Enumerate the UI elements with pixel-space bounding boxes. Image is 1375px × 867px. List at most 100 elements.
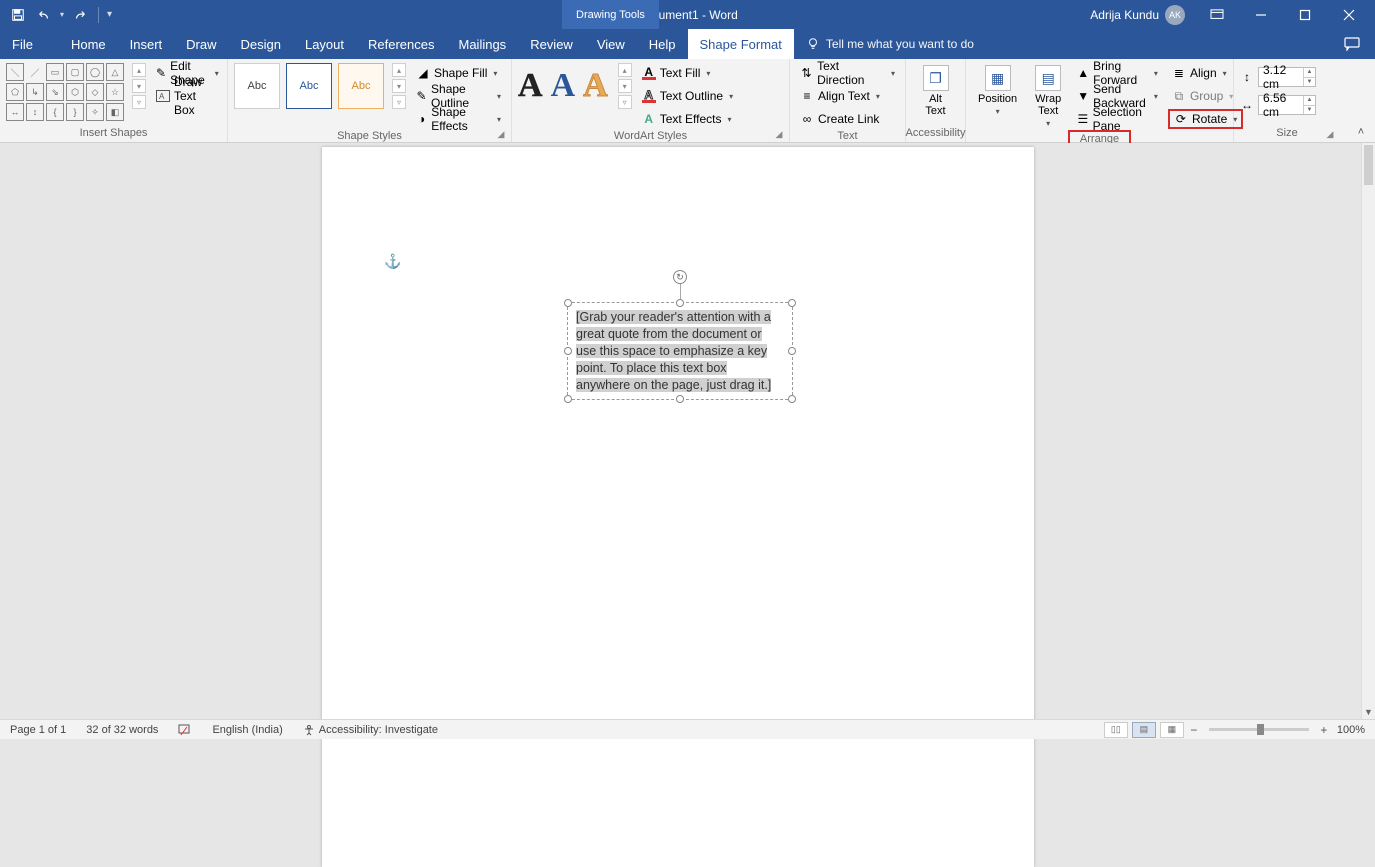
- resize-handle-nw[interactable]: [564, 299, 572, 307]
- redo-button[interactable]: [70, 5, 90, 25]
- bring-forward-button[interactable]: ▲ Bring Forward▾: [1073, 63, 1162, 83]
- accessibility-label: Accessibility: Investigate: [319, 724, 438, 736]
- rotate-handle[interactable]: ↻: [673, 270, 687, 284]
- accessibility-status[interactable]: Accessibility: Investigate: [293, 720, 448, 739]
- tell-me-placeholder: Tell me what you want to do: [826, 37, 974, 51]
- text-box-content[interactable]: [Grab your reader's attention with a gre…: [568, 303, 792, 399]
- tab-mailings[interactable]: Mailings: [447, 29, 519, 59]
- spelling-status[interactable]: [168, 720, 202, 739]
- tab-insert[interactable]: Insert: [118, 29, 175, 59]
- resize-handle-sw[interactable]: [564, 395, 572, 403]
- language-indicator[interactable]: English (India): [202, 720, 292, 739]
- position-button[interactable]: ▦ Position ▾: [972, 63, 1023, 118]
- tab-draw[interactable]: Draw: [174, 29, 228, 59]
- tab-shape-format[interactable]: Shape Format: [688, 29, 794, 59]
- tab-view[interactable]: View: [585, 29, 637, 59]
- resize-handle-ne[interactable]: [788, 299, 796, 307]
- shape-style-gallery[interactable]: Abc Abc Abc ▴▾▿: [234, 63, 406, 109]
- resize-handle-e[interactable]: [788, 347, 796, 355]
- shape-width-input[interactable]: 6.56 cm ▲▼: [1258, 95, 1316, 115]
- create-link-button[interactable]: ∞ Create Link: [796, 109, 899, 129]
- height-up[interactable]: ▲: [1303, 68, 1315, 78]
- wordart-style-2[interactable]: A: [551, 67, 576, 105]
- page-1[interactable]: ⚓ ↻ [Grab your reader's attention with a…: [322, 147, 1034, 867]
- selected-text-box[interactable]: ↻ [Grab your reader's attention with a g…: [567, 302, 793, 400]
- shape-height-input[interactable]: 3.12 cm ▲▼: [1258, 67, 1316, 87]
- shape-width-value: 6.56 cm: [1263, 91, 1301, 119]
- text-effects-button[interactable]: A Text Effects▾: [638, 109, 737, 129]
- shape-style-1[interactable]: Abc: [234, 63, 280, 109]
- align-button[interactable]: ≣ Align▾: [1168, 63, 1243, 83]
- close-button[interactable]: [1329, 0, 1369, 29]
- status-bar: Page 1 of 1 32 of 32 words English (Indi…: [0, 719, 1375, 739]
- wordart-style-3[interactable]: A: [583, 67, 608, 105]
- scroll-thumb[interactable]: [1364, 145, 1373, 185]
- wordart-gallery-scroll[interactable]: ▴▾▿: [618, 63, 632, 109]
- tab-help[interactable]: Help: [637, 29, 688, 59]
- shape-style-2[interactable]: Abc: [286, 63, 332, 109]
- align-text-button[interactable]: ≡ Align Text▾: [796, 86, 899, 106]
- maximize-button[interactable]: [1285, 0, 1325, 29]
- shape-styles-launcher[interactable]: ◢: [495, 128, 507, 140]
- wordart-gallery[interactable]: A A A ▴▾▿: [518, 63, 632, 109]
- word-count[interactable]: 32 of 32 words: [76, 720, 168, 739]
- shape-style-3[interactable]: Abc: [338, 63, 384, 109]
- draw-text-box-button[interactable]: A Draw Text Box: [152, 86, 223, 106]
- account-button[interactable]: Adrija Kundu AK: [1090, 5, 1185, 25]
- collapse-ribbon-button[interactable]: ˄: [1353, 124, 1369, 140]
- tab-review[interactable]: Review: [518, 29, 585, 59]
- zoom-level[interactable]: 100%: [1333, 724, 1369, 736]
- text-outline-button[interactable]: A Text Outline▾: [638, 86, 737, 106]
- scroll-down-button[interactable]: ▼: [1362, 705, 1375, 719]
- tell-me-search[interactable]: Tell me what you want to do: [794, 29, 986, 59]
- resize-handle-se[interactable]: [788, 395, 796, 403]
- shape-outline-button[interactable]: ✎ Shape Outline▾: [412, 86, 505, 106]
- text-fill-button[interactable]: A Text Fill▾: [638, 63, 737, 83]
- tab-references[interactable]: References: [356, 29, 446, 59]
- text-direction-icon: ⇅: [800, 66, 813, 80]
- undo-button[interactable]: [34, 5, 54, 25]
- height-down[interactable]: ▼: [1303, 78, 1315, 87]
- wordart-style-1[interactable]: A: [518, 67, 543, 105]
- shapes-gallery[interactable]: ＼／▭▢◯△ ⬠↳⇘⬡◇☆ ↔↕{}✧◧: [6, 63, 124, 121]
- print-layout-button[interactable]: ▤: [1132, 722, 1156, 738]
- alt-text-label: Alt Text: [925, 93, 945, 117]
- tab-home[interactable]: Home: [59, 29, 118, 59]
- wordart-styles-launcher[interactable]: ◢: [773, 128, 785, 140]
- group-arrange: ▦ Position ▾ ▤ Wrap Text ▾ ▲ Bring Forwa…: [966, 59, 1234, 142]
- zoom-out-button[interactable]: −: [1187, 723, 1201, 737]
- comments-button[interactable]: [1337, 29, 1367, 59]
- minimize-button[interactable]: [1241, 0, 1281, 29]
- vertical-scrollbar[interactable]: ▲ ▼: [1361, 143, 1375, 719]
- rotate-icon: ⟳: [1174, 112, 1188, 126]
- zoom-in-button[interactable]: +: [1317, 723, 1331, 737]
- resize-handle-s[interactable]: [676, 395, 684, 403]
- send-backward-button[interactable]: ▼ Send Backward▾: [1073, 86, 1162, 106]
- page-indicator[interactable]: Page 1 of 1: [0, 720, 76, 739]
- alt-text-button[interactable]: ❐ Alt Text: [917, 63, 955, 119]
- tab-design[interactable]: Design: [229, 29, 293, 59]
- shapes-gallery-scroll[interactable]: ▴▾▿: [132, 63, 146, 109]
- width-down[interactable]: ▼: [1303, 106, 1315, 115]
- width-up[interactable]: ▲: [1303, 96, 1315, 106]
- text-direction-button[interactable]: ⇅ Text Direction▾: [796, 63, 899, 83]
- save-button[interactable]: [8, 5, 28, 25]
- shape-fill-button[interactable]: ◢ Shape Fill▾: [412, 63, 505, 83]
- resize-handle-n[interactable]: [676, 299, 684, 307]
- contextual-tab-drawing-tools[interactable]: Drawing Tools: [562, 0, 659, 29]
- tab-file[interactable]: File: [0, 29, 45, 59]
- document-area[interactable]: ⚓ ↻ [Grab your reader's attention with a…: [0, 143, 1375, 719]
- selection-pane-button[interactable]: ☰ Selection Pane: [1073, 109, 1162, 129]
- group-objects-button[interactable]: ⧉ Group▾: [1168, 86, 1243, 106]
- shape-style-scroll[interactable]: ▴▾▿: [392, 63, 406, 109]
- ribbon-display-options-button[interactable]: [1197, 0, 1237, 29]
- zoom-slider[interactable]: [1209, 728, 1309, 731]
- tab-layout[interactable]: Layout: [293, 29, 356, 59]
- size-launcher[interactable]: ◢: [1324, 128, 1336, 140]
- zoom-knob[interactable]: [1257, 724, 1264, 735]
- web-layout-button[interactable]: ▦: [1160, 722, 1184, 738]
- wrap-text-button[interactable]: ▤ Wrap Text ▾: [1029, 63, 1067, 130]
- shape-effects-button[interactable]: ◑ Shape Effects▾: [412, 109, 505, 129]
- read-mode-button[interactable]: ▯▯: [1104, 722, 1128, 738]
- rotate-button[interactable]: ⟳ Rotate▾: [1168, 109, 1243, 129]
